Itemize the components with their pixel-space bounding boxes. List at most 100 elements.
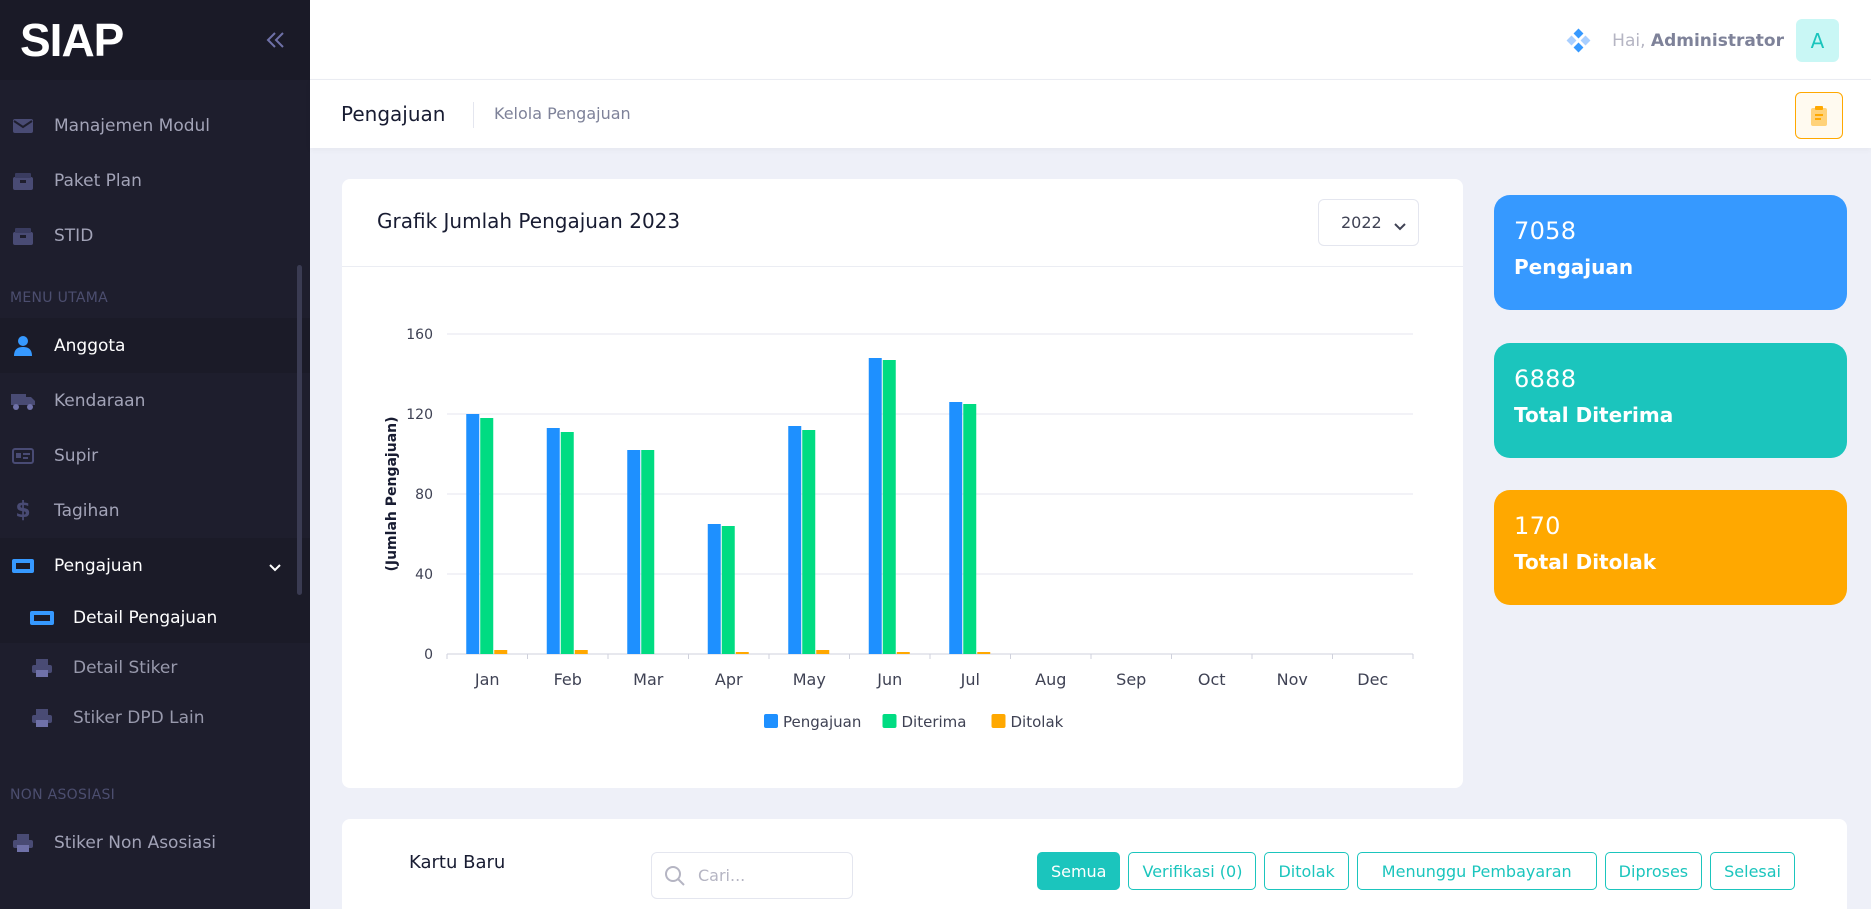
- ticket-icon: [28, 605, 56, 631]
- sidebar-item-kendaraan[interactable]: Kendaraan: [0, 373, 310, 428]
- ticket-icon: [10, 553, 36, 579]
- bar-pengajuan-feb: [546, 428, 560, 654]
- box-icon: [10, 168, 36, 194]
- y-tick-label: 40: [415, 567, 433, 583]
- user-greeting[interactable]: Hai, Administrator: [1612, 31, 1784, 51]
- card-title: Kartu Baru: [409, 852, 506, 873]
- page-description: Kelola Pengajuan: [494, 104, 631, 123]
- divider: [473, 102, 474, 128]
- envelope-icon: [10, 113, 36, 139]
- sidebar-item-supir[interactable]: Supir: [0, 428, 310, 483]
- bar-ditolak-feb: [574, 650, 588, 654]
- username: Administrator: [1650, 30, 1784, 51]
- bar-diterima-jul: [963, 404, 977, 654]
- legend-swatch: [764, 714, 778, 728]
- sidebar-item-stiker-non-asosiasi[interactable]: Stiker Non Asosiasi: [0, 815, 310, 870]
- sidebar-item-label: Supir: [54, 445, 99, 466]
- bar-diterima-feb: [560, 432, 574, 654]
- sidebar-item-anggota[interactable]: Anggota: [0, 318, 310, 373]
- sidebar-item-label: Tagihan: [54, 500, 120, 521]
- sidebar-item-label: Paket Plan: [54, 170, 142, 191]
- search-box[interactable]: [651, 852, 853, 899]
- x-tick-label: May: [793, 670, 826, 689]
- filter-semua-button[interactable]: Semua: [1036, 852, 1121, 890]
- x-tick-label: Mar: [633, 670, 664, 689]
- avatar[interactable]: A: [1796, 19, 1839, 62]
- legend-label: Diterima: [902, 713, 967, 731]
- filter-diproses-button[interactable]: Diproses: [1604, 852, 1703, 890]
- filter-ditolak-button[interactable]: Ditolak: [1264, 852, 1349, 890]
- subheader: Pengajuan Kelola Pengajuan: [310, 80, 1871, 148]
- y-axis-label: (Jumlah Pengajuan): [384, 416, 400, 571]
- box-icon: [10, 223, 36, 249]
- sidebar-subitem-detail-stiker[interactable]: Detail Stiker: [0, 643, 310, 693]
- sidebar-item-stid[interactable]: STID: [0, 208, 310, 263]
- x-tick-label: Oct: [1198, 670, 1226, 689]
- search-input[interactable]: [698, 866, 838, 885]
- brand-logo[interactable]: SIAP: [20, 13, 124, 67]
- collapse-sidebar-icon[interactable]: [262, 26, 290, 54]
- printer-icon: [28, 655, 56, 681]
- x-tick-label: Feb: [554, 670, 582, 689]
- sidebar-item-label: Detail Stiker: [73, 658, 178, 678]
- sidebar-item-paket-plan[interactable]: Paket Plan: [0, 153, 310, 208]
- sidebar-item-label: Anggota: [54, 335, 126, 356]
- sidebar-item-manajemen-modul[interactable]: Manajemen Modul: [0, 98, 310, 153]
- bar-ditolak-jun: [896, 652, 910, 654]
- bar-pengajuan-mar: [627, 450, 641, 654]
- bar-pengajuan-jun: [868, 358, 882, 654]
- sidebar: SIAP Manajemen Modul Paket Plan STID MEN…: [0, 0, 310, 909]
- top-header: Hai, Administrator A: [310, 0, 1871, 80]
- search-icon: [664, 865, 686, 887]
- sidebar-item-label: STID: [54, 225, 94, 246]
- bar-ditolak-jan: [494, 650, 508, 654]
- bar-chart: 0 40 80 120 160 (Jumlah Pengajuan) Jan Feb Mar Ap…: [384, 327, 1414, 731]
- stat-label: Pengajuan: [1514, 255, 1634, 279]
- sidebar-item-label: Pengajuan: [54, 555, 143, 576]
- sidebar-menu: Manajemen Modul Paket Plan STID MENU UTA…: [0, 80, 310, 870]
- printer-icon: [10, 830, 36, 856]
- sidebar-item-label: Stiker DPD Lain: [73, 708, 205, 728]
- apps-icon[interactable]: [1566, 28, 1592, 54]
- sidebar-subitem-detail-pengajuan[interactable]: Detail Pengajuan: [0, 593, 310, 643]
- printer-icon: [28, 705, 56, 731]
- year-select-value: 2022: [1341, 213, 1382, 232]
- stat-card-diterima[interactable]: 6888 Total Diterima: [1494, 343, 1847, 458]
- bar-ditolak-jul: [977, 652, 991, 654]
- x-tick-label: Sep: [1116, 670, 1146, 689]
- clipboard-button[interactable]: [1795, 92, 1843, 139]
- filter-selesai-button[interactable]: Selesai: [1710, 852, 1795, 890]
- menu-section-main: MENU UTAMA: [10, 290, 109, 306]
- legend-swatch: [991, 714, 1006, 728]
- filter-menunggu-pembayaran-button[interactable]: Menunggu Pembayaran: [1356, 852, 1597, 890]
- year-select[interactable]: 2022: [1318, 199, 1419, 246]
- user-icon: [10, 333, 36, 359]
- bar-pengajuan-may: [788, 426, 802, 654]
- stat-card-pengajuan[interactable]: 7058 Pengajuan: [1494, 195, 1847, 310]
- bar-diterima-mar: [641, 450, 655, 654]
- page-title: Pengajuan: [341, 102, 446, 126]
- filter-verifikasi-button[interactable]: Verifikasi (0): [1128, 852, 1257, 890]
- sidebar-scrollbar[interactable]: [297, 265, 302, 595]
- sidebar-item-tagihan[interactable]: $ Tagihan: [0, 483, 310, 538]
- stat-label: Total Ditolak: [1514, 550, 1657, 574]
- legend-label: Ditolak: [1011, 713, 1064, 731]
- sidebar-item-label: Manajemen Modul: [54, 115, 211, 136]
- legend-swatch: [882, 714, 897, 728]
- legend-label: Pengajuan: [783, 713, 861, 731]
- user-area: Hai, Administrator A: [1566, 19, 1839, 62]
- menu-section-non-asosiasi: NON ASOSIASI: [10, 787, 116, 803]
- bar-diterima-jun: [882, 360, 896, 654]
- stat-card-ditolak[interactable]: 170 Total Ditolak: [1494, 490, 1847, 605]
- sidebar-item-pengajuan[interactable]: Pengajuan: [0, 538, 310, 593]
- x-tick-label: Apr: [715, 670, 743, 689]
- stat-value: 6888: [1514, 365, 1577, 393]
- chart-card-header: Grafik Jumlah Pengajuan 2023 2022: [342, 179, 1463, 267]
- chevron-down-icon[interactable]: [268, 558, 282, 578]
- bar-diterima-may: [802, 430, 816, 654]
- bar-ditolak-may: [816, 650, 830, 654]
- sidebar-subitem-stiker-dpd-lain[interactable]: Stiker DPD Lain: [0, 693, 310, 743]
- y-tick-label: 120: [406, 407, 433, 423]
- brand-bar: SIAP: [0, 0, 310, 80]
- truck-icon: [10, 388, 36, 414]
